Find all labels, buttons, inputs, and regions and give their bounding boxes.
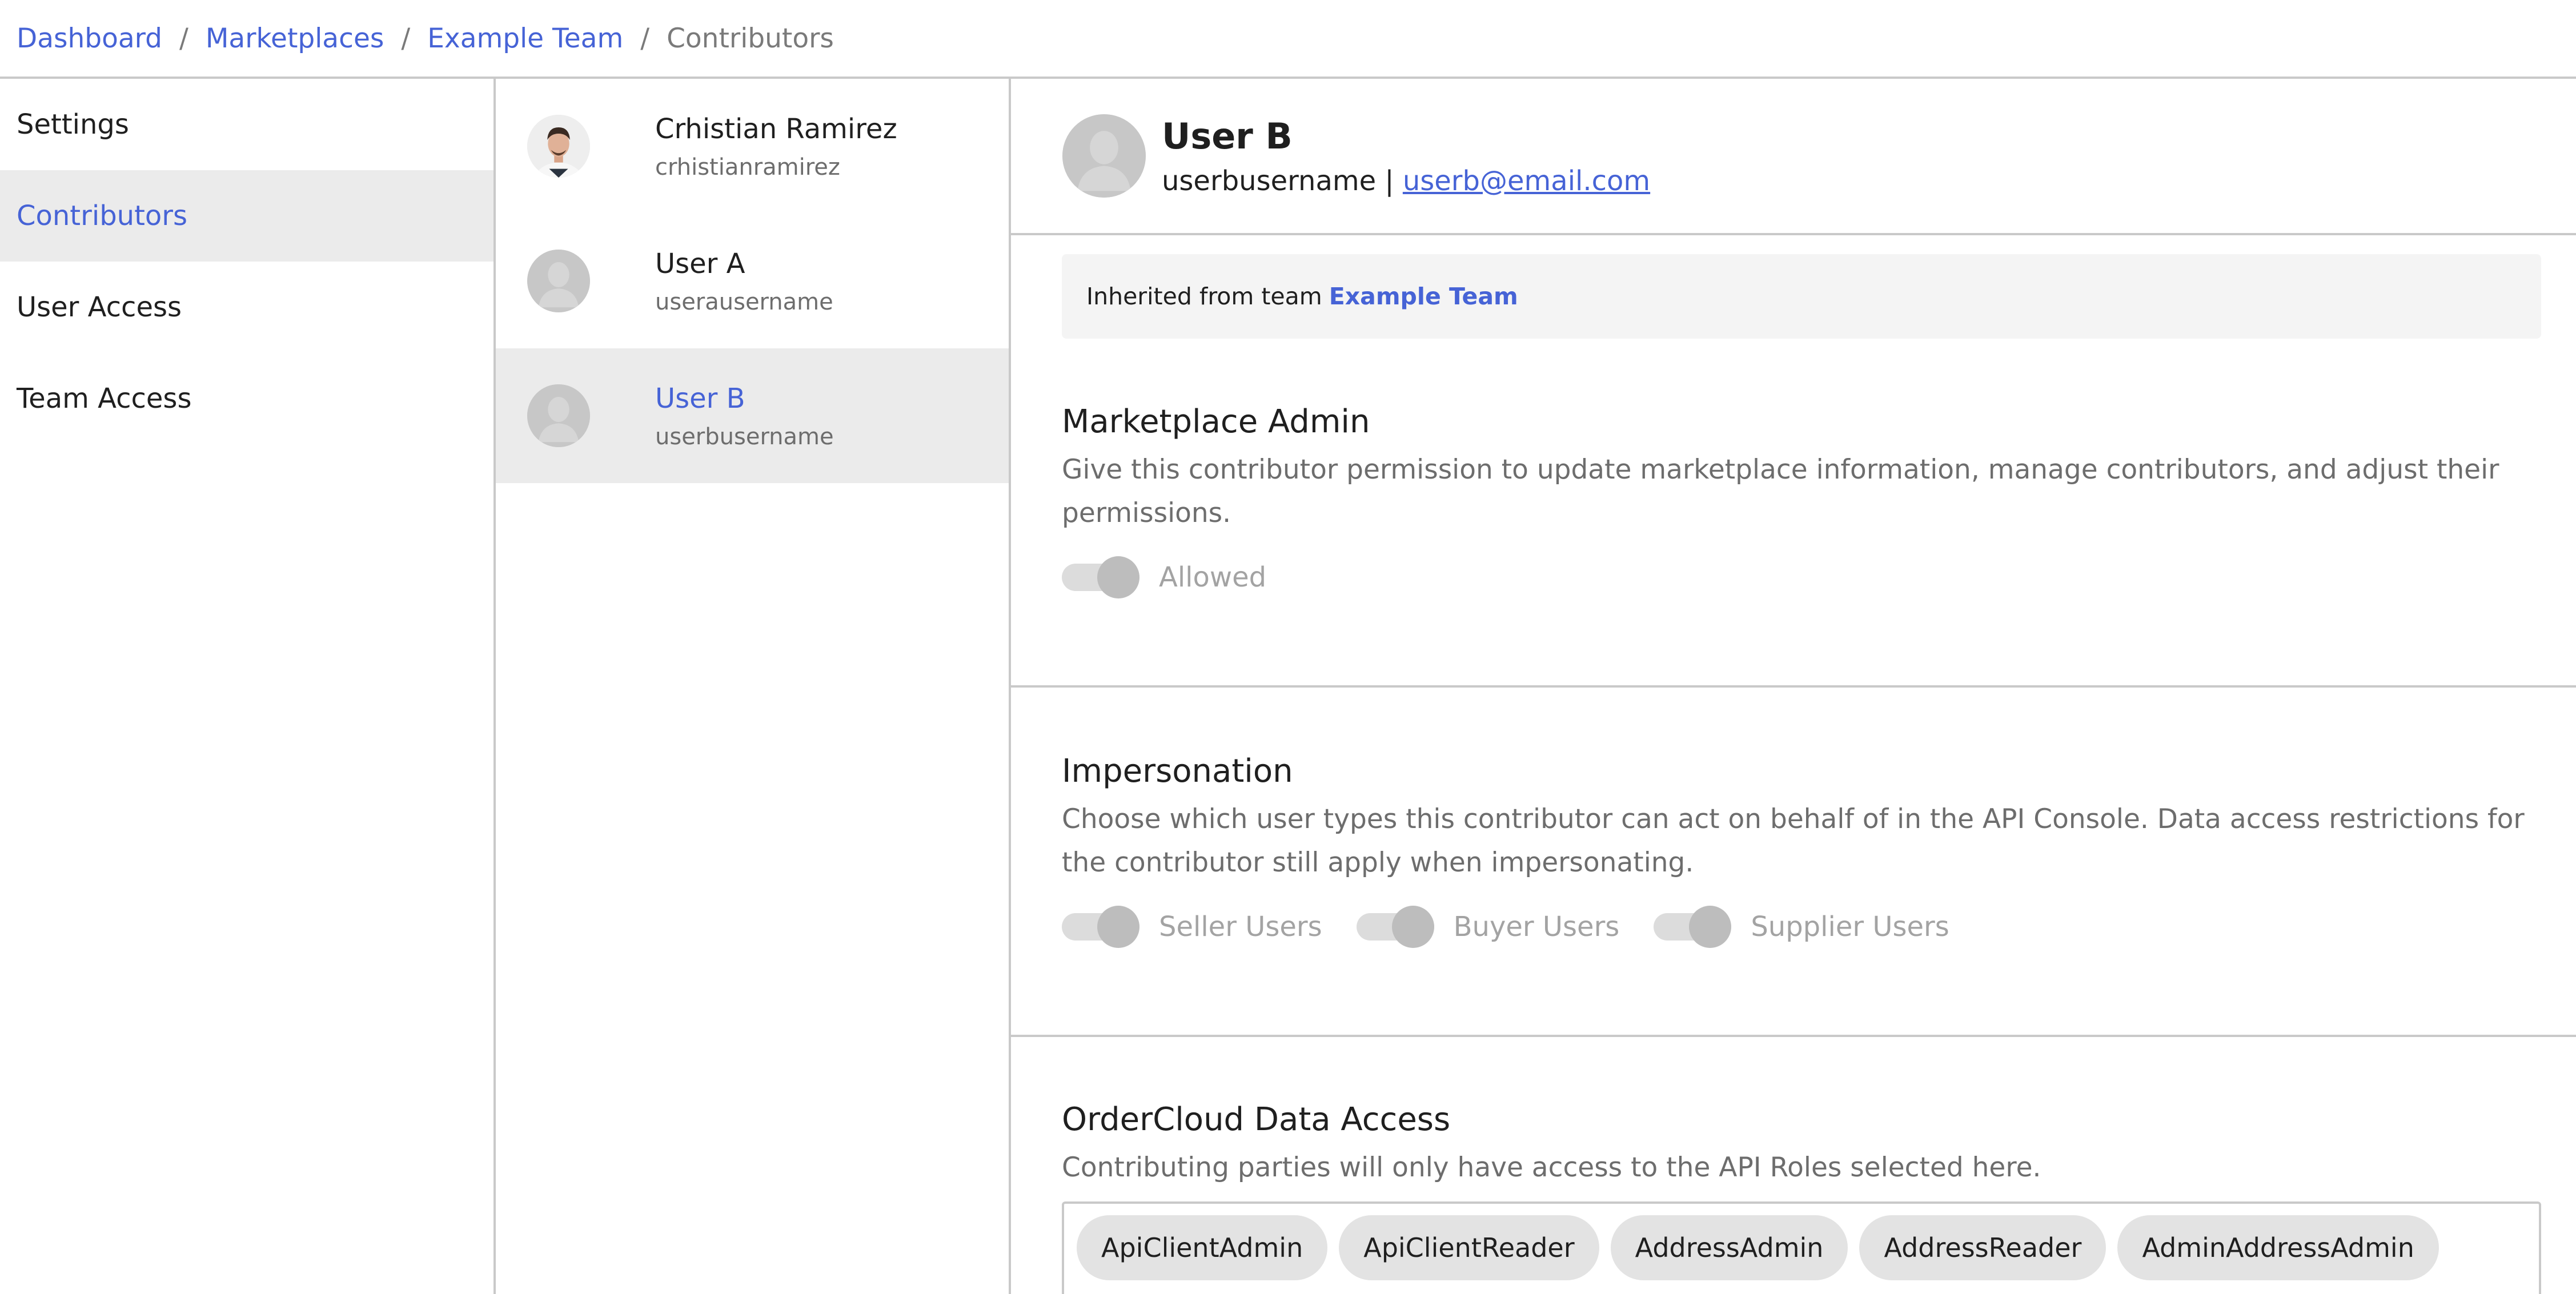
contributor-name: User A: [655, 248, 745, 280]
allowed-toggle[interactable]: Allowed: [1062, 556, 1267, 598]
breadcrumb-marketplaces[interactable]: Marketplaces: [206, 23, 384, 54]
inherited-team-link[interactable]: Example Team: [1329, 283, 1518, 310]
role-chip[interactable]: ApiClientReader: [1339, 1215, 1599, 1280]
toggle-label: Seller Users: [1159, 911, 1322, 943]
contributor-name: Crhistian Ramirez: [655, 113, 897, 145]
section-title: OrderCloud Data Access: [1062, 1101, 1451, 1138]
contributor-name: User B: [655, 383, 745, 415]
contributor-list: Crhistian Ramirez crhistianramirez User …: [496, 79, 1011, 1294]
section-description: Contributing parties will only have acce…: [1062, 1152, 2041, 1183]
breadcrumb: Dashboard / Marketplaces / Example Team …: [0, 0, 2576, 79]
detail-name: User B: [1162, 115, 1293, 157]
contributor-detail: User B userbusername | userb@email.com I…: [1011, 79, 2576, 1294]
supplier-users-toggle[interactable]: Supplier Users: [1654, 906, 1949, 948]
breadcrumb-separator: /: [179, 22, 188, 54]
detail-header: User B userbusername | userb@email.com: [1011, 79, 2576, 235]
impersonation-section: Impersonation Choose which user types th…: [1011, 753, 2576, 948]
toggle-label: Allowed: [1159, 561, 1267, 593]
left-nav: Settings Contributors User Access Team A…: [0, 79, 496, 1294]
toggle-switch[interactable]: [1062, 556, 1139, 598]
detail-subtitle: userbusername | userb@email.com: [1162, 165, 1650, 197]
toggle-switch[interactable]: [1356, 906, 1434, 948]
section-divider: [1011, 685, 2576, 688]
role-chip[interactable]: ApiClientAdmin: [1077, 1215, 1328, 1280]
detail-email-link[interactable]: userb@email.com: [1403, 165, 1650, 197]
contributor-username: userbusername: [655, 424, 834, 450]
breadcrumb-dashboard[interactable]: Dashboard: [17, 23, 162, 54]
data-access-section: OrderCloud Data Access Contributing part…: [1011, 1101, 2576, 1189]
inherited-notice: Inherited from team Example Team: [1062, 254, 2541, 339]
toggle-switch[interactable]: [1062, 906, 1139, 948]
contributor-item[interactable]: Crhistian Ramirez crhistianramirez: [496, 79, 1009, 214]
role-chip[interactable]: AdminAddressAdmin: [2117, 1215, 2439, 1280]
breadcrumb-example-team[interactable]: Example Team: [427, 23, 623, 54]
inherited-prefix: Inherited from team: [1086, 283, 1322, 310]
seller-users-toggle[interactable]: Seller Users: [1062, 906, 1322, 948]
nav-item-user-access[interactable]: User Access: [0, 262, 493, 353]
contributor-item[interactable]: User A userausername: [496, 214, 1009, 348]
role-chip[interactable]: AddressReader: [1859, 1215, 2106, 1280]
toggle-group: Seller Users Buyer Users Supplier Users: [1062, 906, 2542, 948]
contributor-item-selected[interactable]: User B userbusername: [496, 348, 1009, 483]
api-roles-select[interactable]: ApiClientAdmin ApiClientReader AddressAd…: [1062, 1201, 2541, 1294]
section-divider: [1011, 1035, 2576, 1037]
contributor-username: crhistianramirez: [655, 154, 840, 180]
breadcrumb-separator: /: [401, 22, 411, 54]
toggle-label: Buyer Users: [1453, 911, 1620, 943]
toggle-switch[interactable]: [1654, 906, 1732, 948]
contributor-username: userausername: [655, 289, 833, 315]
nav-item-contributors[interactable]: Contributors: [0, 170, 493, 262]
section-title: Marketplace Admin: [1062, 403, 1370, 440]
default-avatar-icon: [1062, 114, 1146, 198]
breadcrumb-separator: /: [640, 22, 650, 54]
section-description: Give this contributor permission to upda…: [1062, 454, 2499, 529]
default-avatar-icon: [527, 250, 590, 312]
photo-avatar: [527, 115, 590, 178]
nav-item-team-access[interactable]: Team Access: [0, 353, 493, 444]
detail-separator: |: [1385, 164, 1394, 197]
app-root: Dashboard / Marketplaces / Example Team …: [0, 0, 2576, 1294]
section-title: Impersonation: [1062, 753, 1293, 790]
buyer-users-toggle[interactable]: Buyer Users: [1356, 906, 1620, 948]
breadcrumb-current: Contributors: [667, 22, 834, 54]
section-description: Choose which user types this contributor…: [1062, 803, 2525, 878]
toggle-label: Supplier Users: [1751, 911, 1949, 943]
nav-item-settings[interactable]: Settings: [0, 79, 493, 170]
role-chip[interactable]: AddressAdmin: [1610, 1215, 1848, 1280]
toggle-group: Allowed: [1062, 556, 2542, 598]
marketplace-admin-section: Marketplace Admin Give this contributor …: [1011, 403, 2576, 598]
detail-username: userbusername: [1162, 164, 1377, 197]
default-avatar-icon: [527, 384, 590, 447]
